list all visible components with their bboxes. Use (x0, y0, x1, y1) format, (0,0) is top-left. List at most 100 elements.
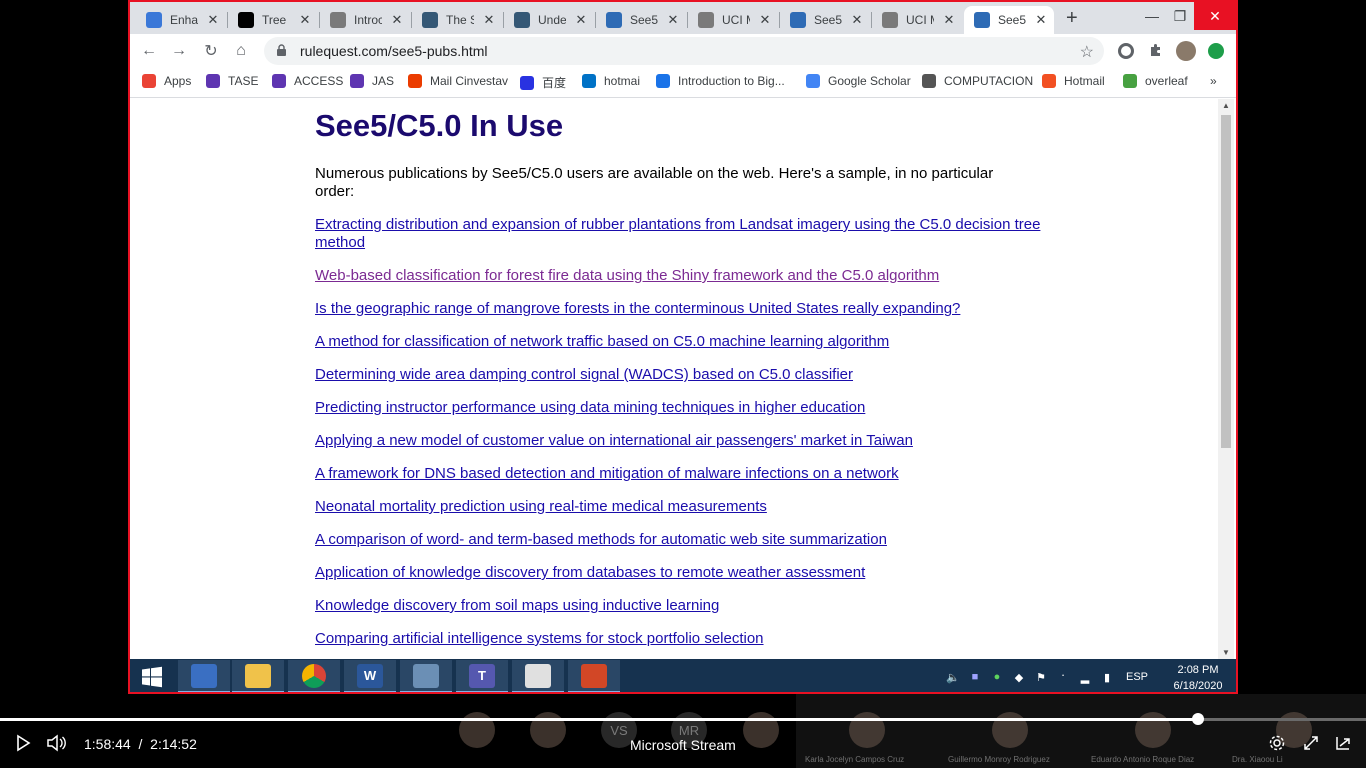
tab-9[interactable]: UCI M ✕ (872, 6, 962, 34)
theater-mode-icon[interactable] (1302, 734, 1320, 755)
publication-link[interactable]: A framework for DNS based detection and … (315, 465, 1045, 483)
publication-link[interactable]: Predicting instructor performance using … (315, 399, 1045, 417)
publication-link[interactable]: Knowledge discovery from soil maps using… (315, 597, 1045, 615)
shared-screen: Enhar✕Tree✕Introc✕The S✕Unde✕See5/✕UCI M… (128, 0, 1238, 694)
taskbar-powerpoint[interactable] (568, 660, 620, 692)
globe-icon (330, 12, 346, 28)
update-indicator-icon[interactable] (1208, 43, 1224, 59)
volume-icon[interactable]: 🔈 (946, 671, 960, 684)
clock-date: 6/18/2020 (1173, 680, 1223, 692)
close-tab-icon[interactable]: ✕ (1034, 12, 1048, 28)
taskbar-calculator[interactable] (400, 660, 452, 692)
teams-tray-icon[interactable]: ■ (968, 671, 982, 683)
page-scrollbar[interactable]: ▲ ▼ (1218, 99, 1234, 659)
rulequest-icon (974, 12, 990, 28)
flag-icon[interactable]: ⚑ (1034, 671, 1048, 684)
taskbar-clock[interactable]: 2:08 PM 6/18/2020 (1160, 662, 1236, 692)
bookmark-3[interactable]: ACCESS (272, 74, 343, 88)
maximize-button[interactable]: ❐ (1162, 2, 1198, 30)
tab-8[interactable]: See5/ ✕ (780, 6, 870, 34)
language-indicator[interactable]: ESP (1126, 671, 1148, 683)
taskbar-remote[interactable] (178, 660, 230, 692)
profile-avatar[interactable] (1176, 41, 1196, 61)
publication-link[interactable]: A method for classification of network t… (315, 333, 1045, 351)
close-tab-icon[interactable]: ✕ (850, 12, 864, 28)
browser-tray-icon[interactable]: ● (990, 671, 1004, 683)
tab-5[interactable]: Unde ✕ (504, 6, 594, 34)
address-bar[interactable]: rulequest.com/see5-pubs.html ☆ (264, 37, 1104, 65)
publication-link[interactable]: Application of knowledge discovery from … (315, 564, 1045, 582)
network-tray-icon[interactable]: ◆ (1012, 671, 1026, 684)
close-tab-icon[interactable]: ✕ (942, 12, 956, 28)
settings-gear-icon[interactable] (1268, 734, 1286, 755)
bookmark-7[interactable]: hotmai (582, 74, 640, 88)
bookmark-10[interactable]: COMPUTACION (922, 74, 1033, 88)
bookmark-5[interactable]: Mail Cinvestav (408, 74, 508, 88)
new-tab-button[interactable]: + (1066, 7, 1078, 30)
bookmark-8[interactable]: Introduction to Big... (656, 74, 785, 88)
scroll-up-icon[interactable]: ▲ (1222, 101, 1230, 110)
taskbar-word[interactable]: W (344, 660, 396, 692)
close-tab-icon[interactable]: ✕ (666, 12, 680, 28)
bookmark-4[interactable]: JAS (350, 74, 394, 88)
bookmark-1[interactable]: Apps (142, 74, 191, 88)
tab-2[interactable]: Tree ✕ (228, 6, 318, 34)
lock-icon (276, 44, 290, 58)
close-tab-icon[interactable]: ✕ (758, 12, 772, 28)
volume-icon[interactable] (46, 734, 66, 755)
taskbar-teams[interactable]: T (456, 660, 508, 692)
extension-circle-icon[interactable] (1118, 43, 1134, 59)
reload-icon[interactable]: ↻ (200, 40, 222, 62)
bookmark-2[interactable]: TASE (206, 74, 258, 88)
close-tab-icon[interactable]: ✕ (574, 12, 588, 28)
start-button[interactable] (130, 660, 174, 692)
bookmark-6[interactable]: 百度 (520, 74, 566, 91)
signal-icon[interactable]: ▂ (1078, 671, 1092, 684)
bookmark-star-icon[interactable]: ☆ (1080, 42, 1094, 62)
publication-link[interactable]: A comparison of word- and term-based met… (315, 531, 1045, 549)
bookmark-9[interactable]: Google Scholar (806, 74, 911, 88)
back-icon[interactable]: ← (138, 40, 160, 62)
tab-3[interactable]: Introc ✕ (320, 6, 410, 34)
publication-link[interactable]: Web-based classification for forest fire… (315, 267, 1045, 285)
close-tab-icon[interactable]: ✕ (206, 12, 220, 28)
publication-link[interactable]: Is the geographic range of mangrove fore… (315, 300, 1045, 318)
tab-10[interactable]: See5/ ✕ (964, 6, 1054, 34)
tab-title: See5/ (630, 13, 658, 27)
bookmark-11[interactable]: Hotmail (1042, 74, 1105, 88)
tab-1[interactable]: Enhar ✕ (136, 6, 226, 34)
scroll-thumb[interactable] (1221, 115, 1231, 448)
bookmarks-overflow-button[interactable]: » (1210, 74, 1217, 88)
tab-7[interactable]: UCI M ✕ (688, 6, 778, 34)
microsoft-icon (1042, 74, 1056, 88)
bookmark-label: Hotmail (1064, 74, 1105, 88)
close-tab-icon[interactable]: ✕ (298, 12, 312, 28)
tds-icon (422, 12, 438, 28)
publication-link[interactable]: Extracting distribution and expansion of… (315, 216, 1045, 252)
extensions-puzzle-icon[interactable] (1148, 42, 1164, 58)
seek-bar[interactable] (0, 713, 1366, 725)
close-tab-icon[interactable]: ✕ (390, 12, 404, 28)
publication-link[interactable]: Applying a new model of customer value o… (315, 432, 1045, 450)
bookmark-label: hotmai (604, 74, 641, 88)
scroll-down-icon[interactable]: ▼ (1222, 648, 1230, 657)
tab-6[interactable]: See5/ ✕ (596, 6, 686, 34)
globe-map-icon (146, 12, 162, 28)
battery-icon[interactable]: ▮ (1100, 671, 1114, 684)
share-icon[interactable] (1334, 734, 1352, 755)
forward-icon[interactable]: → (168, 40, 190, 62)
bookmark-12[interactable]: overleaf (1123, 74, 1188, 88)
bluetooth-icon[interactable]: ᛫ (1056, 671, 1070, 683)
playback-time: 1:58:44 / 2:14:52 (84, 736, 197, 752)
publication-link[interactable]: Determining wide area damping control si… (315, 366, 1045, 384)
play-icon[interactable] (14, 734, 32, 755)
close-tab-icon[interactable]: ✕ (482, 12, 496, 28)
publication-link[interactable]: Comparing artificial intelligence system… (315, 630, 1045, 648)
taskbar-explorer[interactable] (232, 660, 284, 692)
taskbar-chrome[interactable] (288, 660, 340, 692)
tab-4[interactable]: The S ✕ (412, 6, 502, 34)
home-icon[interactable]: ⌂ (230, 40, 252, 62)
close-window-button[interactable]: ✕ (1194, 2, 1236, 30)
publication-link[interactable]: Neonatal mortality prediction using real… (315, 498, 1045, 516)
taskbar-acrobat[interactable] (512, 660, 564, 692)
